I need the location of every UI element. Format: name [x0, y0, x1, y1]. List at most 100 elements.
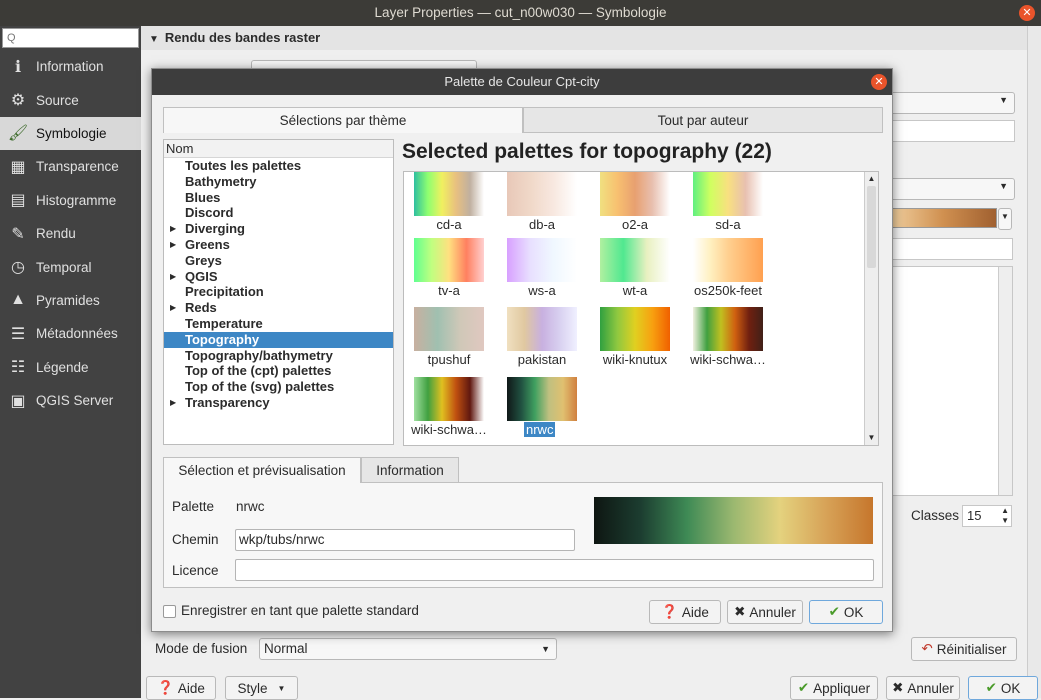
table-scrollbar[interactable] — [998, 267, 1012, 495]
sidebar-item-m-tadonn-es[interactable]: ☰ Métadonnées — [0, 317, 141, 350]
main-scrollbar[interactable] — [1027, 26, 1041, 698]
palette-thumbnail[interactable] — [414, 307, 484, 351]
palette-name[interactable]: cd-a — [404, 217, 495, 232]
spin-arrows-icon[interactable]: ▲ ▼ — [1001, 506, 1009, 526]
sidebar-item-histogramme[interactable]: ▤ Histogramme — [0, 184, 141, 217]
palette-name[interactable]: tv-a — [404, 283, 495, 298]
sidebar-item-symbologie[interactable]: 🖌 Symbologie — [0, 116, 141, 151]
palette-thumbnail[interactable] — [600, 307, 670, 351]
sidebar-item-l-gende[interactable]: ☷ Légende — [0, 351, 141, 384]
path-field[interactable]: wkp/tubs/nrwc — [235, 529, 575, 551]
tree-item[interactable]: Topography/bathymetry — [164, 348, 393, 364]
palette-thumbnail[interactable] — [414, 172, 484, 216]
cancel-label: Annuler — [907, 680, 954, 696]
palette-thumbnail[interactable] — [600, 172, 670, 216]
tree-item[interactable]: Greys — [164, 253, 393, 269]
tree-item[interactable]: Toutes les palettes — [164, 158, 393, 174]
palette-thumbnail[interactable] — [693, 238, 763, 282]
tab-by-author[interactable]: Tout par auteur — [523, 107, 883, 133]
blend-mode-combo[interactable]: Normal ▼ — [259, 638, 557, 660]
palette-name[interactable]: db-a — [496, 217, 588, 232]
dialog-cancel-button[interactable]: ✖ Annuler — [727, 600, 803, 624]
tree-item[interactable]: Blues — [164, 190, 393, 206]
tree-item[interactable]: Top of the (cpt) palettes — [164, 363, 393, 379]
palette-name[interactable]: ws-a — [496, 283, 588, 298]
expand-arrow-icon[interactable]: ▶ — [170, 300, 176, 316]
tree-item[interactable]: Temperature — [164, 316, 393, 332]
expand-arrow-icon[interactable]: ▶ — [170, 237, 176, 253]
sidebar-item-information[interactable]: ℹ Information — [0, 50, 141, 83]
scroll-thumb[interactable] — [867, 186, 876, 268]
classes-table[interactable] — [889, 266, 1013, 496]
tree-item[interactable]: ▶ Greens — [164, 237, 393, 253]
sidebar-search-input[interactable]: Q — [2, 28, 139, 48]
palette-thumbnail[interactable] — [507, 172, 577, 216]
palette-name[interactable]: wiki-schwa… — [682, 352, 774, 367]
palette-name[interactable]: pakistan — [496, 352, 588, 367]
tree-item[interactable]: ▶ Transparency — [164, 395, 393, 411]
interpolation-combo[interactable]: ▼ — [889, 178, 1015, 200]
palette-thumbnail[interactable] — [507, 238, 577, 282]
scroll-down-icon[interactable]: ▼ — [865, 431, 878, 445]
palette-name[interactable]: tpushuf — [404, 352, 495, 367]
palette-name[interactable]: wt-a — [589, 283, 681, 298]
expand-arrow-icon[interactable]: ▶ — [170, 395, 176, 411]
scroll-up-icon[interactable]: ▲ — [865, 172, 878, 186]
palette-thumbnail[interactable] — [693, 172, 763, 216]
dialog-close-button[interactable]: ✕ — [871, 74, 887, 90]
tree-item[interactable]: Discord — [164, 205, 393, 221]
sidebar-item-pyramides[interactable]: ▲ Pyramides — [0, 284, 141, 317]
palette-gallery[interactable]: ▲ ▼ cd-a db-a o2-a sd-a tv-a ws-a wt-a os250k-f… — [403, 171, 879, 446]
tree-item[interactable]: ▶ Diverging — [164, 221, 393, 237]
tree-item[interactable]: Topography — [164, 331, 393, 348]
tab-selection-preview[interactable]: Sélection et prévisualisation — [163, 457, 361, 483]
gallery-scrollbar[interactable]: ▲ ▼ — [864, 172, 878, 445]
background-field[interactable] — [889, 120, 1015, 142]
classes-spinbox[interactable]: 15 ▲ ▼ — [962, 505, 1012, 527]
palette-thumbnail[interactable] — [507, 307, 577, 351]
style-button[interactable]: Style ▼ — [225, 676, 298, 700]
apply-button[interactable]: ✔ Appliquer — [790, 676, 878, 700]
tab-by-theme[interactable]: Sélections par thème — [163, 107, 523, 133]
palette-name[interactable]: sd-a — [682, 217, 774, 232]
color-ramp-preview[interactable] — [889, 208, 997, 228]
tab-information[interactable]: Information — [361, 457, 459, 483]
save-standard-checkbox[interactable] — [163, 605, 176, 618]
help-button[interactable]: ❓ Aide — [146, 676, 216, 700]
palette-name[interactable]: os250k-feet — [682, 283, 774, 298]
tree-item[interactable]: ▶ QGIS — [164, 269, 393, 285]
palette-name[interactable]: wiki-knutux — [589, 352, 681, 367]
palette-thumbnail[interactable] — [507, 377, 577, 421]
dialog-help-button[interactable]: ❓ Aide — [649, 600, 721, 624]
palette-name[interactable]: wiki-schwa… — [404, 422, 495, 437]
reset-button[interactable]: ↶ Réinitialiser — [911, 637, 1017, 661]
sidebar-item-transparence[interactable]: ▦ Transparence — [0, 150, 141, 183]
expand-arrow-icon[interactable]: ▶ — [170, 269, 176, 285]
sidebar-item-qgis-server[interactable]: ▣ QGIS Server — [0, 384, 141, 417]
dialog-ok-button[interactable]: ✔ OK — [809, 600, 883, 624]
palette-thumbnail[interactable] — [693, 307, 763, 351]
section-header[interactable]: ▼ Rendu des bandes raster — [141, 26, 1027, 50]
palette-name[interactable]: o2-a — [589, 217, 681, 232]
background-combo[interactable]: ▼ — [889, 92, 1015, 114]
tree-item[interactable]: Bathymetry — [164, 174, 393, 190]
sidebar-item-temporal[interactable]: ◷ Temporal — [0, 250, 141, 283]
sidebar-item-source[interactable]: ⚙ Source — [0, 83, 141, 116]
rendering-icon: ✎ — [11, 225, 25, 243]
sidebar-item-rendu[interactable]: ✎ Rendu — [0, 217, 141, 250]
palette-thumbnail[interactable] — [600, 238, 670, 282]
expand-arrow-icon[interactable]: ▶ — [170, 221, 176, 237]
palette-name[interactable]: nrwc — [524, 422, 556, 437]
window-close-button[interactable]: ✕ — [1019, 5, 1035, 21]
palette-thumbnail[interactable] — [414, 238, 484, 282]
palette-thumbnail[interactable] — [414, 377, 484, 421]
license-field[interactable] — [235, 559, 874, 581]
tree-item[interactable]: ▶ Reds — [164, 300, 393, 316]
label-unit-field[interactable] — [889, 238, 1013, 260]
tree-item[interactable]: Top of the (svg) palettes — [164, 379, 393, 395]
tree-item[interactable]: Precipitation — [164, 284, 393, 300]
cancel-button[interactable]: ✖ Annuler — [886, 676, 960, 700]
color-ramp-dropdown[interactable]: ▼ — [998, 208, 1012, 230]
theme-tree[interactable]: Nom Toutes les palettes Bathymetry Blues Di… — [163, 139, 394, 445]
ok-button[interactable]: ✔ OK — [968, 676, 1038, 700]
